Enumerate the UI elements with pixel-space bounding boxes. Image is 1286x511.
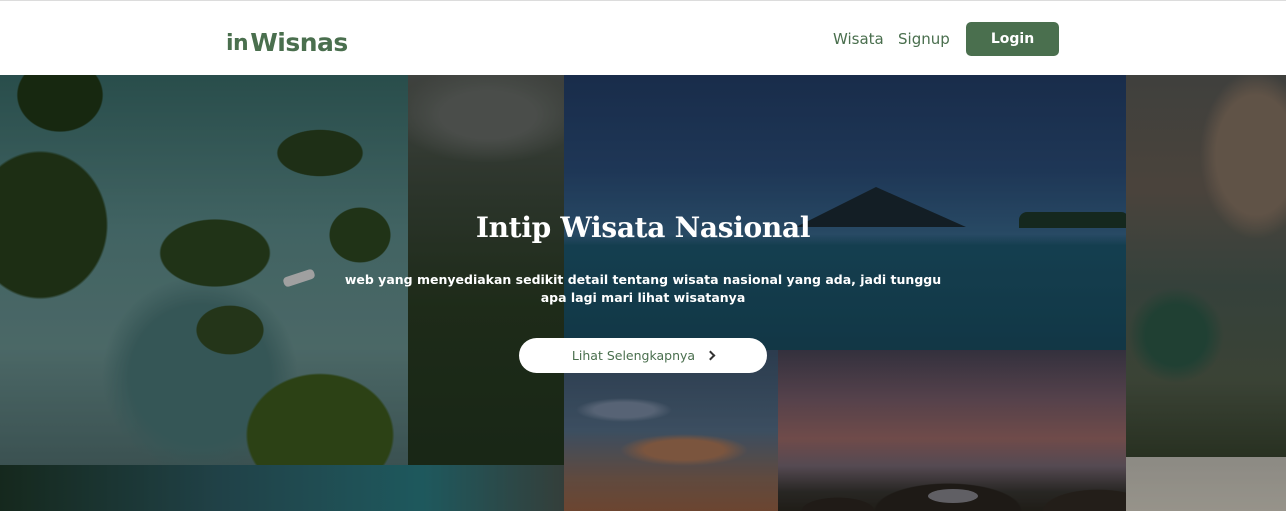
see-more-button[interactable]: Lihat Selengkapnya <box>519 338 767 373</box>
hero-description: web yang menyediakan sedikit detail tent… <box>344 272 942 305</box>
hero-title: Intip Wisata Nasional <box>475 211 811 244</box>
hero-section: Intip Wisata Nasional web yang menyediak… <box>0 75 1286 511</box>
chevron-right-icon <box>705 350 716 361</box>
nav-link-wisata[interactable]: Wisata <box>833 30 884 48</box>
logo-name: Wisnas <box>250 28 348 57</box>
login-button[interactable]: Login <box>966 22 1059 56</box>
logo-prefix: in <box>226 31 249 56</box>
see-more-label: Lihat Selengkapnya <box>571 348 696 363</box>
nav-link-signup[interactable]: Signup <box>898 30 950 48</box>
brand-logo[interactable]: in Wisnas <box>226 21 348 55</box>
navbar: in Wisnas Wisata Signup Login <box>0 0 1286 75</box>
